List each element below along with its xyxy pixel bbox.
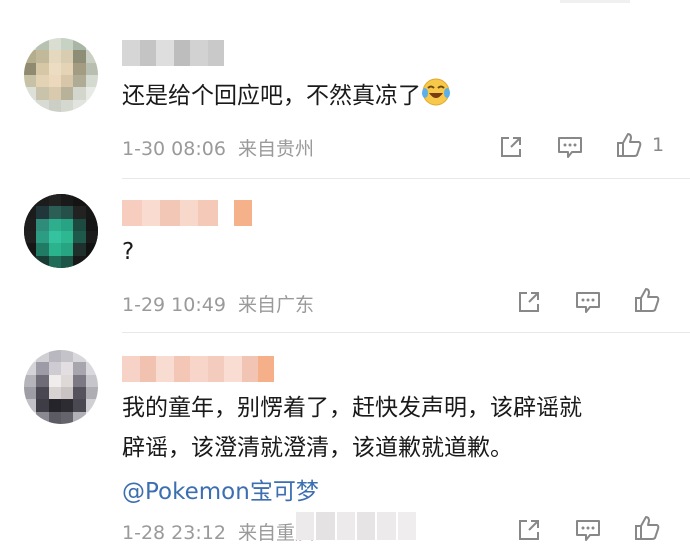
comment-date: 1-28 23:12 [122,522,226,544]
avatar[interactable] [24,194,98,268]
comment-text: ? [122,239,135,265]
comment-icon[interactable] [556,133,584,161]
share-icon[interactable] [515,516,543,544]
comment-icon[interactable] [574,516,602,544]
watermark-blur [296,512,416,540]
like-icon[interactable] [633,286,661,314]
comment-2: ? 1-29 10:49 来自广东 [0,180,690,335]
username-pixelated[interactable] [122,356,274,382]
mention-link[interactable]: @Pokemon宝可梦 [122,472,319,506]
like-icon[interactable] [615,131,643,159]
avatar[interactable] [24,350,98,424]
comment-text: 还是给个回应吧，不然真凉了 [122,76,451,116]
comment-meta: 1-29 10:49 来自广东 [122,290,314,317]
comment-location: 来自贵州 [237,138,314,160]
divider [122,178,690,179]
comment-text-line-2: 辟谣，该澄清就澄清，该道歉就道歉。 [122,435,513,461]
share-icon[interactable] [497,133,525,161]
laughing-crying-emoji-icon [421,77,451,107]
like-count: 1 [652,134,665,156]
comment-icon[interactable] [574,288,602,316]
share-icon[interactable] [515,288,543,316]
comment-date: 1-30 08:06 [122,138,226,160]
comment-text-line-1: 我的童年，别愣着了，赶快发声明，该辟谣就 [122,395,582,421]
comment-meta: 1-30 08:06 来自贵州 [122,134,314,161]
comment-date: 1-29 10:49 [122,294,226,316]
divider [122,332,690,333]
like-icon[interactable] [633,514,661,542]
avatar[interactable] [24,38,98,112]
comment-location: 来自广东 [237,294,314,316]
comment-1: 还是给个回应吧，不然真凉了 1-30 08:06 来自贵州 1 [0,0,690,180]
comment-text: 我的童年，别愣着了，赶快发声明，该辟谣就 辟谣，该澄清就澄清，该道歉就道歉。 [122,388,582,468]
comment-meta: 1-28 23:12 来自重庆 [122,518,314,545]
username-pixelated[interactable] [122,200,252,226]
username-pixelated[interactable] [122,40,224,66]
